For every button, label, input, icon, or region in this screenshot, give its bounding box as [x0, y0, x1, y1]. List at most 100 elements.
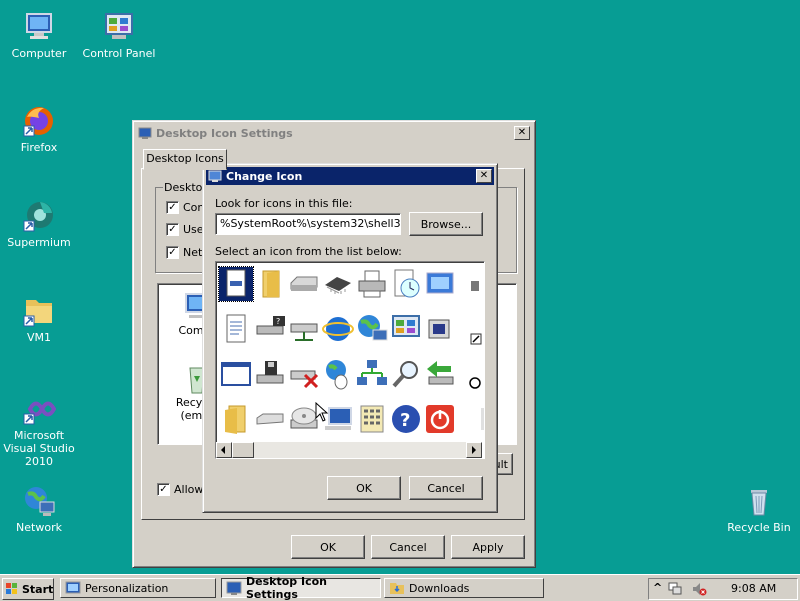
arrow-left-icon	[221, 446, 225, 454]
look-for-icons-label: Look for icons in this file:	[215, 197, 353, 210]
scroll-right-button[interactable]	[466, 442, 482, 458]
server-icon[interactable]	[287, 312, 321, 346]
icon-file-input[interactable]: %SystemRoot%\system32\shell32.dll	[215, 213, 401, 235]
globe-network-icon[interactable]	[355, 312, 389, 346]
network-icon	[22, 484, 56, 518]
partial-icon[interactable]	[457, 267, 484, 301]
icon-file-value: %SystemRoot%\system32\shell32.dll	[220, 217, 401, 230]
browse-button[interactable]: Browse...	[409, 212, 483, 236]
show-hidden-icons-button[interactable]: ^	[653, 581, 662, 594]
control-panel-icon[interactable]	[389, 312, 423, 346]
desktop-icon-recycle-bin[interactable]: Recycle Bin	[717, 484, 800, 534]
application-window-icon[interactable]	[219, 357, 253, 391]
taskbar-item-desktop-icon-settings[interactable]: Desktop Icon Settings	[221, 575, 381, 601]
taskbar-item-personalization[interactable]: Personalization	[60, 578, 216, 598]
floppy-drive-icon[interactable]	[253, 357, 287, 391]
firefox-icon	[22, 104, 56, 138]
desktop-icon-label: Firefox	[20, 141, 58, 154]
desktop-icon-label: Control Panel	[82, 47, 156, 60]
checkbox-users-files[interactable]: ✓	[166, 223, 179, 236]
close-button[interactable]: ✕	[476, 169, 492, 183]
close-icon: ✕	[517, 127, 527, 138]
desktop-icon-label: Supermium	[7, 236, 71, 249]
network-drive-icon[interactable]: ?	[253, 312, 287, 346]
document-icon[interactable]	[219, 312, 253, 346]
checkbox-users-files-label: Use	[183, 223, 204, 236]
search-icon[interactable]	[389, 357, 423, 391]
horizontal-scrollbar[interactable]	[216, 442, 482, 458]
desktop-icon-label: Network	[16, 521, 62, 534]
taskbar-item-downloads[interactable]: Downloads	[384, 578, 544, 598]
display-icon[interactable]	[423, 267, 457, 301]
folder-icon[interactable]	[253, 267, 287, 301]
svg-text:?: ?	[276, 317, 280, 326]
desktop-icon-label: Computer	[11, 47, 67, 60]
desktop-icon-network[interactable]: Network	[0, 484, 81, 534]
partial-icon[interactable]	[457, 402, 484, 436]
internet-explorer-icon[interactable]	[321, 312, 355, 346]
run-icon[interactable]	[423, 312, 457, 346]
recycle-bin-icon	[742, 484, 776, 518]
power-icon[interactable]	[423, 402, 457, 436]
system-tray: ^ 9:08 AM	[648, 578, 798, 600]
icon-grid[interactable]: ? ?	[215, 261, 485, 459]
disconnected-drive-icon[interactable]	[287, 357, 321, 391]
change-icon-dialog: Change Icon ✕ Look for icons in this fil…	[202, 163, 498, 513]
recent-documents-icon[interactable]	[389, 267, 423, 301]
scroll-left-button[interactable]	[216, 442, 232, 458]
checkbox-computer[interactable]: ✓	[166, 201, 179, 214]
apply-button[interactable]: Apply	[451, 535, 525, 559]
start-button[interactable]: Start	[2, 578, 54, 600]
checkbox-network[interactable]: ✓	[166, 246, 179, 259]
open-folder-icon[interactable]	[219, 402, 253, 436]
clock[interactable]: 9:08 AM	[731, 582, 776, 595]
close-button[interactable]: ✕	[514, 126, 530, 140]
title-bar: Desktop Icon Settings ✕	[136, 124, 532, 142]
supermium-icon	[22, 199, 56, 233]
desktop-icon-control-panel[interactable]: Control Panel	[77, 10, 161, 60]
desktop-icon-supermium[interactable]: Supermium	[0, 199, 81, 249]
network-tray-icon[interactable]	[667, 581, 683, 600]
select-icon-label: Select an icon from the list below:	[215, 245, 402, 258]
desktop-icon-label: Recycle Bin	[727, 521, 791, 534]
cancel-button[interactable]: Cancel	[409, 476, 483, 500]
desktop-icon-firefox[interactable]: Firefox	[0, 104, 81, 154]
tab-desktop-icons[interactable]: Desktop Icons	[143, 149, 227, 170]
help-icon[interactable]: ?	[389, 402, 423, 436]
calculator-grid-icon[interactable]	[355, 402, 389, 436]
desktop-icon-vm1[interactable]: VM1	[0, 294, 81, 344]
shortcut-overlay-icon[interactable]	[457, 312, 484, 346]
scroll-thumb[interactable]	[232, 442, 254, 458]
computer-icon	[22, 10, 56, 44]
network-computers-icon[interactable]	[355, 357, 389, 391]
title-bar: Change Icon ✕	[206, 167, 494, 185]
svg-text:?: ?	[400, 410, 410, 431]
drive-icon[interactable]	[287, 267, 321, 301]
globe-mouse-icon[interactable]	[321, 357, 355, 391]
removable-drive-icon[interactable]	[253, 402, 287, 436]
settings-window-icon	[226, 580, 242, 596]
desktop-icon-computer[interactable]: Computer	[0, 10, 81, 60]
cancel-button[interactable]: Cancel	[371, 535, 445, 559]
folder-icon	[389, 580, 405, 596]
desktop-icon-visual-studio[interactable]: Microsoft Visual Studio 2010	[0, 392, 81, 468]
volume-muted-icon[interactable]	[691, 581, 707, 600]
desktop-icon-label: VM1	[26, 331, 51, 344]
visual-studio-icon	[22, 392, 57, 426]
control-panel-icon	[102, 10, 136, 44]
clock-overlay-icon[interactable]	[457, 357, 484, 391]
printer-icon[interactable]	[355, 267, 389, 301]
green-arrow-icon[interactable]	[423, 357, 457, 391]
settings-window-icon	[138, 126, 152, 140]
unknown-file-icon[interactable]	[218, 266, 254, 302]
arrow-right-icon	[472, 446, 476, 454]
change-icon-window-icon	[208, 169, 222, 183]
close-icon: ✕	[479, 170, 489, 181]
window-title: Desktop Icon Settings	[156, 126, 293, 140]
ok-button[interactable]: OK	[291, 535, 365, 559]
mouse-cursor-icon	[315, 401, 329, 425]
dialog-title: Change Icon	[226, 169, 303, 183]
allow-themes-checkbox[interactable]: ✓	[157, 483, 170, 496]
chip-icon[interactable]	[321, 267, 355, 301]
ok-button[interactable]: OK	[327, 476, 401, 500]
